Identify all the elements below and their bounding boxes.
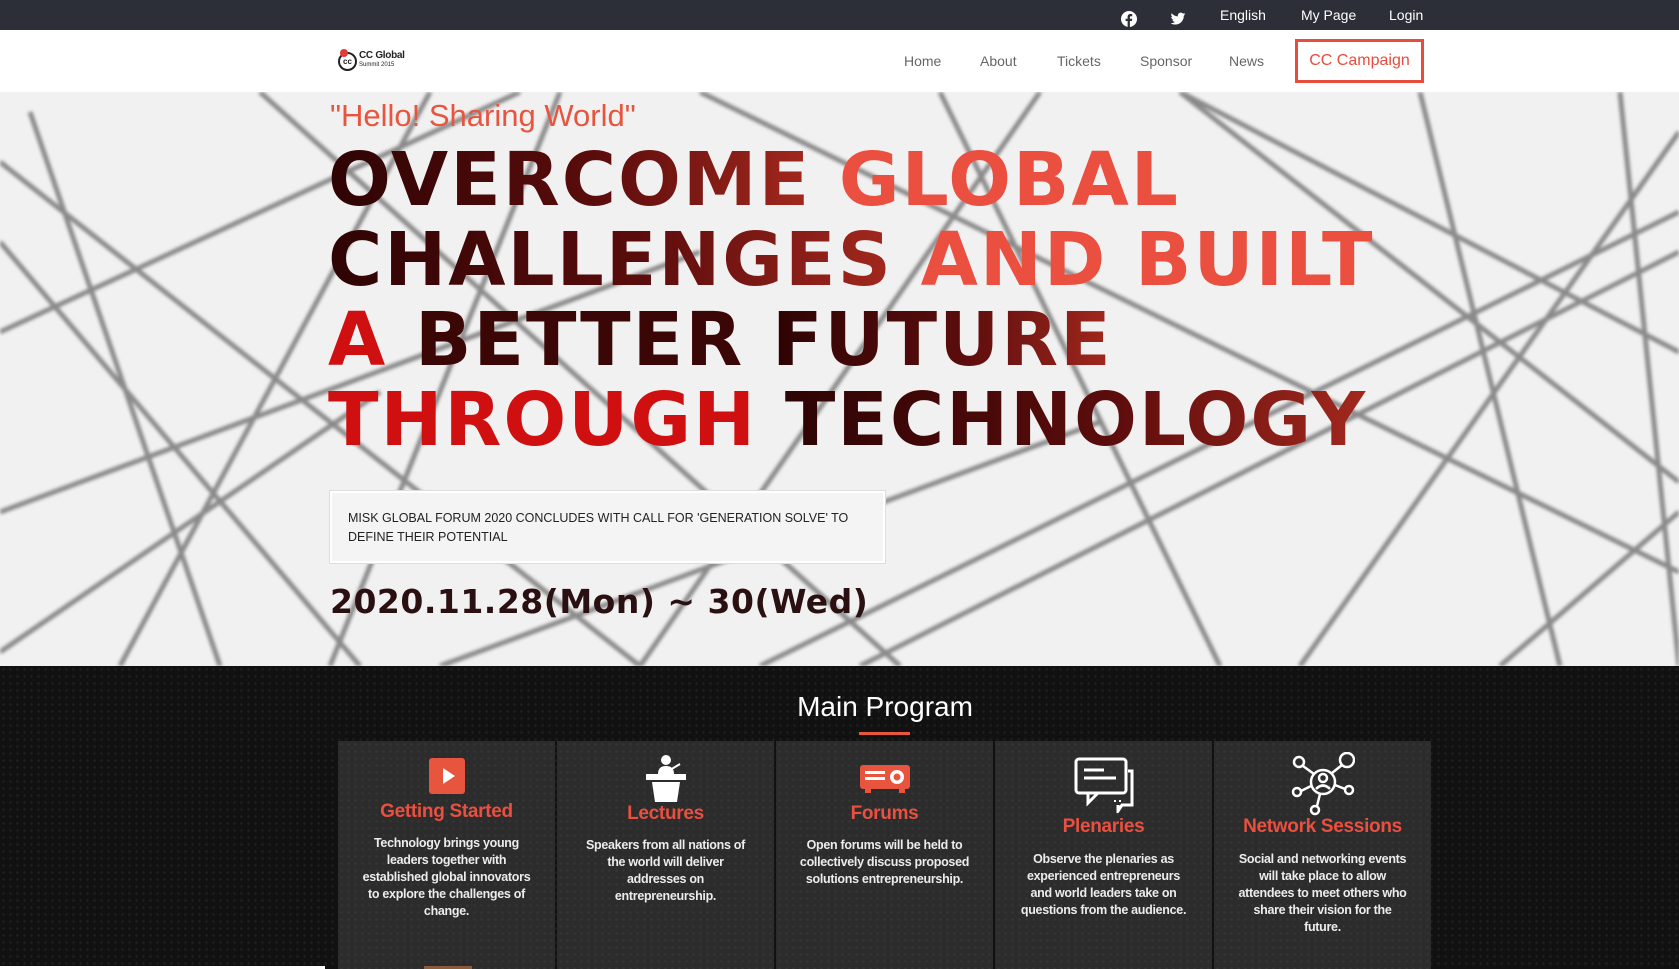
headline-word: OVERCOME xyxy=(328,137,812,223)
program-card-forums[interactable]: Forums Open forums will be held to colle… xyxy=(776,741,993,969)
headline-word: GLOBAL xyxy=(838,137,1180,223)
chat-bubbles-icon xyxy=(1074,757,1134,818)
projector-icon xyxy=(859,761,911,800)
facebook-icon[interactable] xyxy=(1121,7,1137,27)
headline-line-3: A BETTER FUTURE xyxy=(328,300,1388,380)
nav-link-news[interactable]: News xyxy=(1229,30,1264,92)
card-description: Technology brings young leaders together… xyxy=(362,836,531,918)
nav-link-tickets[interactable]: Tickets xyxy=(1057,30,1101,92)
logo-text-line2: Summit 2015 xyxy=(359,62,395,68)
cc-campaign-button[interactable]: CC Campaign xyxy=(1295,39,1424,83)
card-title: Plenaries xyxy=(1062,816,1145,837)
card-title: Lectures xyxy=(627,803,704,824)
nav-link-home[interactable]: Home xyxy=(904,30,941,92)
event-date: 2020.11.28(Mon) ~ 30(Wed) xyxy=(330,582,869,621)
card-description: Observe the plenaries as experienced ent… xyxy=(1020,852,1187,917)
lecturer-podium-icon xyxy=(640,752,692,809)
play-icon xyxy=(428,758,465,799)
twitter-icon[interactable] xyxy=(1170,7,1186,25)
login-link[interactable]: Login xyxy=(1389,0,1423,30)
headline-word: AND BUILT xyxy=(920,217,1375,303)
logo-dot xyxy=(340,49,348,57)
headline-line-2: CHALLENGES AND BUILT xyxy=(328,220,1388,300)
headline-word: BETTER xyxy=(415,297,745,383)
nav-link-about[interactable]: About xyxy=(980,30,1017,92)
headline-word: CHALLENGES xyxy=(328,217,893,303)
language-selector[interactable]: English xyxy=(1220,0,1266,30)
card-description: Open forums will be held to collectively… xyxy=(799,838,970,886)
network-people-icon xyxy=(1291,751,1355,821)
card-title: Getting Started xyxy=(380,801,513,822)
card-description: Speakers from all nations of the world w… xyxy=(585,838,745,903)
hero-section: "Hello! Sharing World" OVERCOME GLOBAL C… xyxy=(0,92,1679,666)
main-program-section: Main Program Getting Started Technology … xyxy=(0,666,1679,969)
section-title: Main Program xyxy=(797,691,973,722)
hero-headline: OVERCOME GLOBAL CHALLENGES AND BUILT A B… xyxy=(328,140,1388,460)
site-logo[interactable]: cc CC Global Summit 2015 xyxy=(338,49,405,73)
headline-word: A xyxy=(328,297,388,383)
title-underline xyxy=(859,732,910,735)
headline-word: TECHNOLOGY xyxy=(784,377,1368,463)
main-navbar: cc CC Global Summit 2015 Home About Tick… xyxy=(0,30,1679,92)
program-card-lectures[interactable]: Lectures Speakers from all nations of th… xyxy=(557,741,774,969)
program-card-getting-started[interactable]: Getting Started Technology brings young … xyxy=(338,741,555,969)
news-headline-box[interactable]: MISK GLOBAL FORUM 2020 CONCLUDES WITH CA… xyxy=(330,491,885,563)
card-title: Forums xyxy=(850,803,919,824)
program-card-plenaries[interactable]: Plenaries Observe the plenaries as exper… xyxy=(995,741,1212,969)
nav-link-sponsor[interactable]: Sponsor xyxy=(1140,30,1192,92)
headline-line-1: OVERCOME GLOBAL xyxy=(328,140,1388,220)
card-title: Network Sessions xyxy=(1243,816,1402,837)
hero-tagline: "Hello! Sharing World" xyxy=(330,98,636,133)
logo-text-line1: CC Global xyxy=(359,50,405,61)
top-utility-bar: English My Page Login xyxy=(0,0,1679,30)
card-description: Social and networking events will take p… xyxy=(1238,852,1407,934)
my-page-link[interactable]: My Page xyxy=(1301,0,1356,30)
program-card-network-sessions[interactable]: Network Sessions Social and networking e… xyxy=(1214,741,1431,969)
headline-line-4: THROUGH TECHNOLOGY xyxy=(328,380,1388,460)
headline-word: THROUGH xyxy=(328,377,758,463)
headline-word: FUTURE xyxy=(771,297,1113,383)
